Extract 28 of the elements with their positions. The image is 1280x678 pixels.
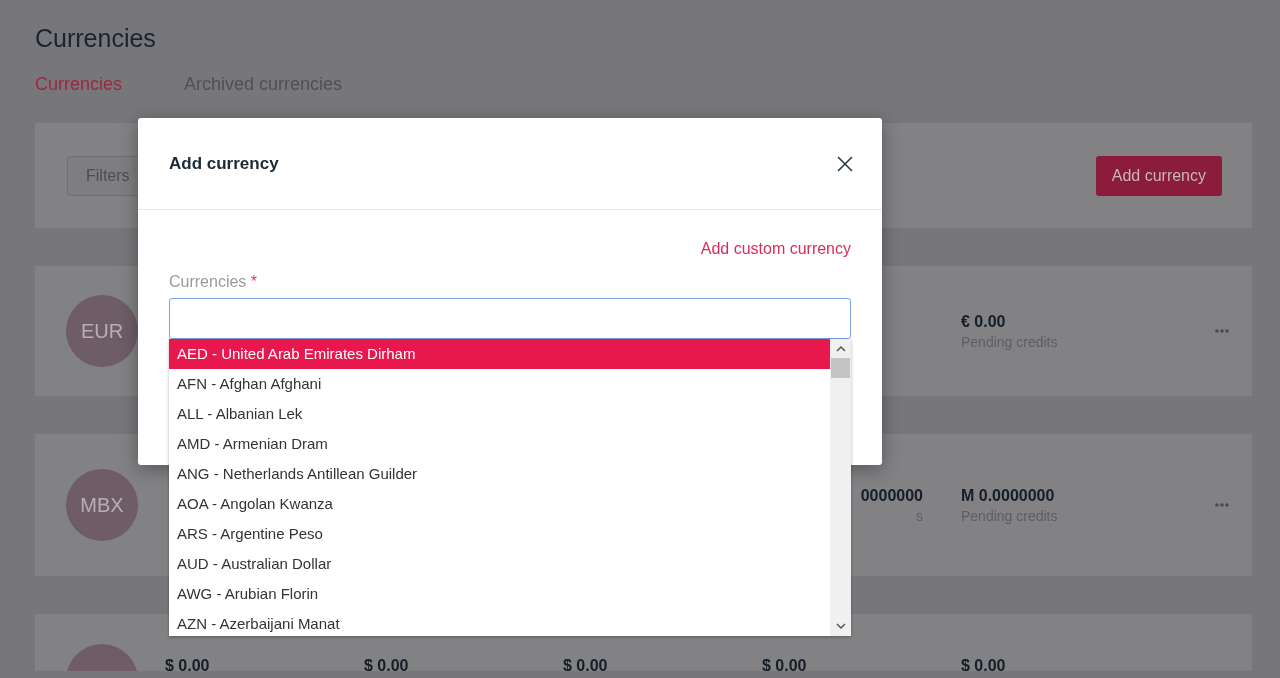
dropdown-option[interactable]: ARS - Argentine Peso xyxy=(169,519,830,549)
scroll-up-icon[interactable] xyxy=(835,345,846,352)
currency-input-field[interactable] xyxy=(169,298,851,339)
dropdown-option[interactable]: AMD - Armenian Dram xyxy=(169,429,830,459)
dropdown-option[interactable]: AOA - Angolan Kwanza xyxy=(169,489,830,519)
field-label: Currencies * xyxy=(169,273,259,291)
amount-value: 0000000 xyxy=(860,486,923,505)
close-icon xyxy=(837,155,853,172)
scroll-thumb[interactable] xyxy=(831,358,850,378)
amount-value: € 0.00 xyxy=(961,312,1007,331)
dropdown-option[interactable]: AZN - Azerbaijani Manat xyxy=(169,609,830,636)
dropdown-option[interactable]: AUD - Australian Dollar xyxy=(169,549,830,579)
currency-avatar: EUR xyxy=(66,295,138,367)
scrollbar[interactable] xyxy=(830,339,851,636)
dropdown-option[interactable]: AFN - Afghan Afghani xyxy=(169,369,830,399)
currency-avatar: MBX xyxy=(66,469,138,541)
add-currency-button[interactable]: Add currency xyxy=(1095,155,1222,196)
dropdown-option[interactable]: ANG - Netherlands Antillean Guilder xyxy=(169,459,830,489)
scroll-down-icon[interactable] xyxy=(835,623,846,630)
add-custom-currency-link[interactable]: Add custom currency xyxy=(700,240,851,258)
amount-value: M 0.0000000 xyxy=(961,486,1056,505)
dropdown-option[interactable]: AWG - Arubian Florin xyxy=(169,579,830,609)
more-icon[interactable] xyxy=(1215,329,1229,333)
dropdown-option[interactable]: AED - United Arab Emirates Dirham xyxy=(169,339,830,369)
more-icon[interactable] xyxy=(1215,503,1229,507)
close-button[interactable] xyxy=(837,155,853,172)
page-title: Currencies xyxy=(35,24,157,53)
dropdown-option[interactable]: ALL - Albanian Lek xyxy=(169,399,830,429)
